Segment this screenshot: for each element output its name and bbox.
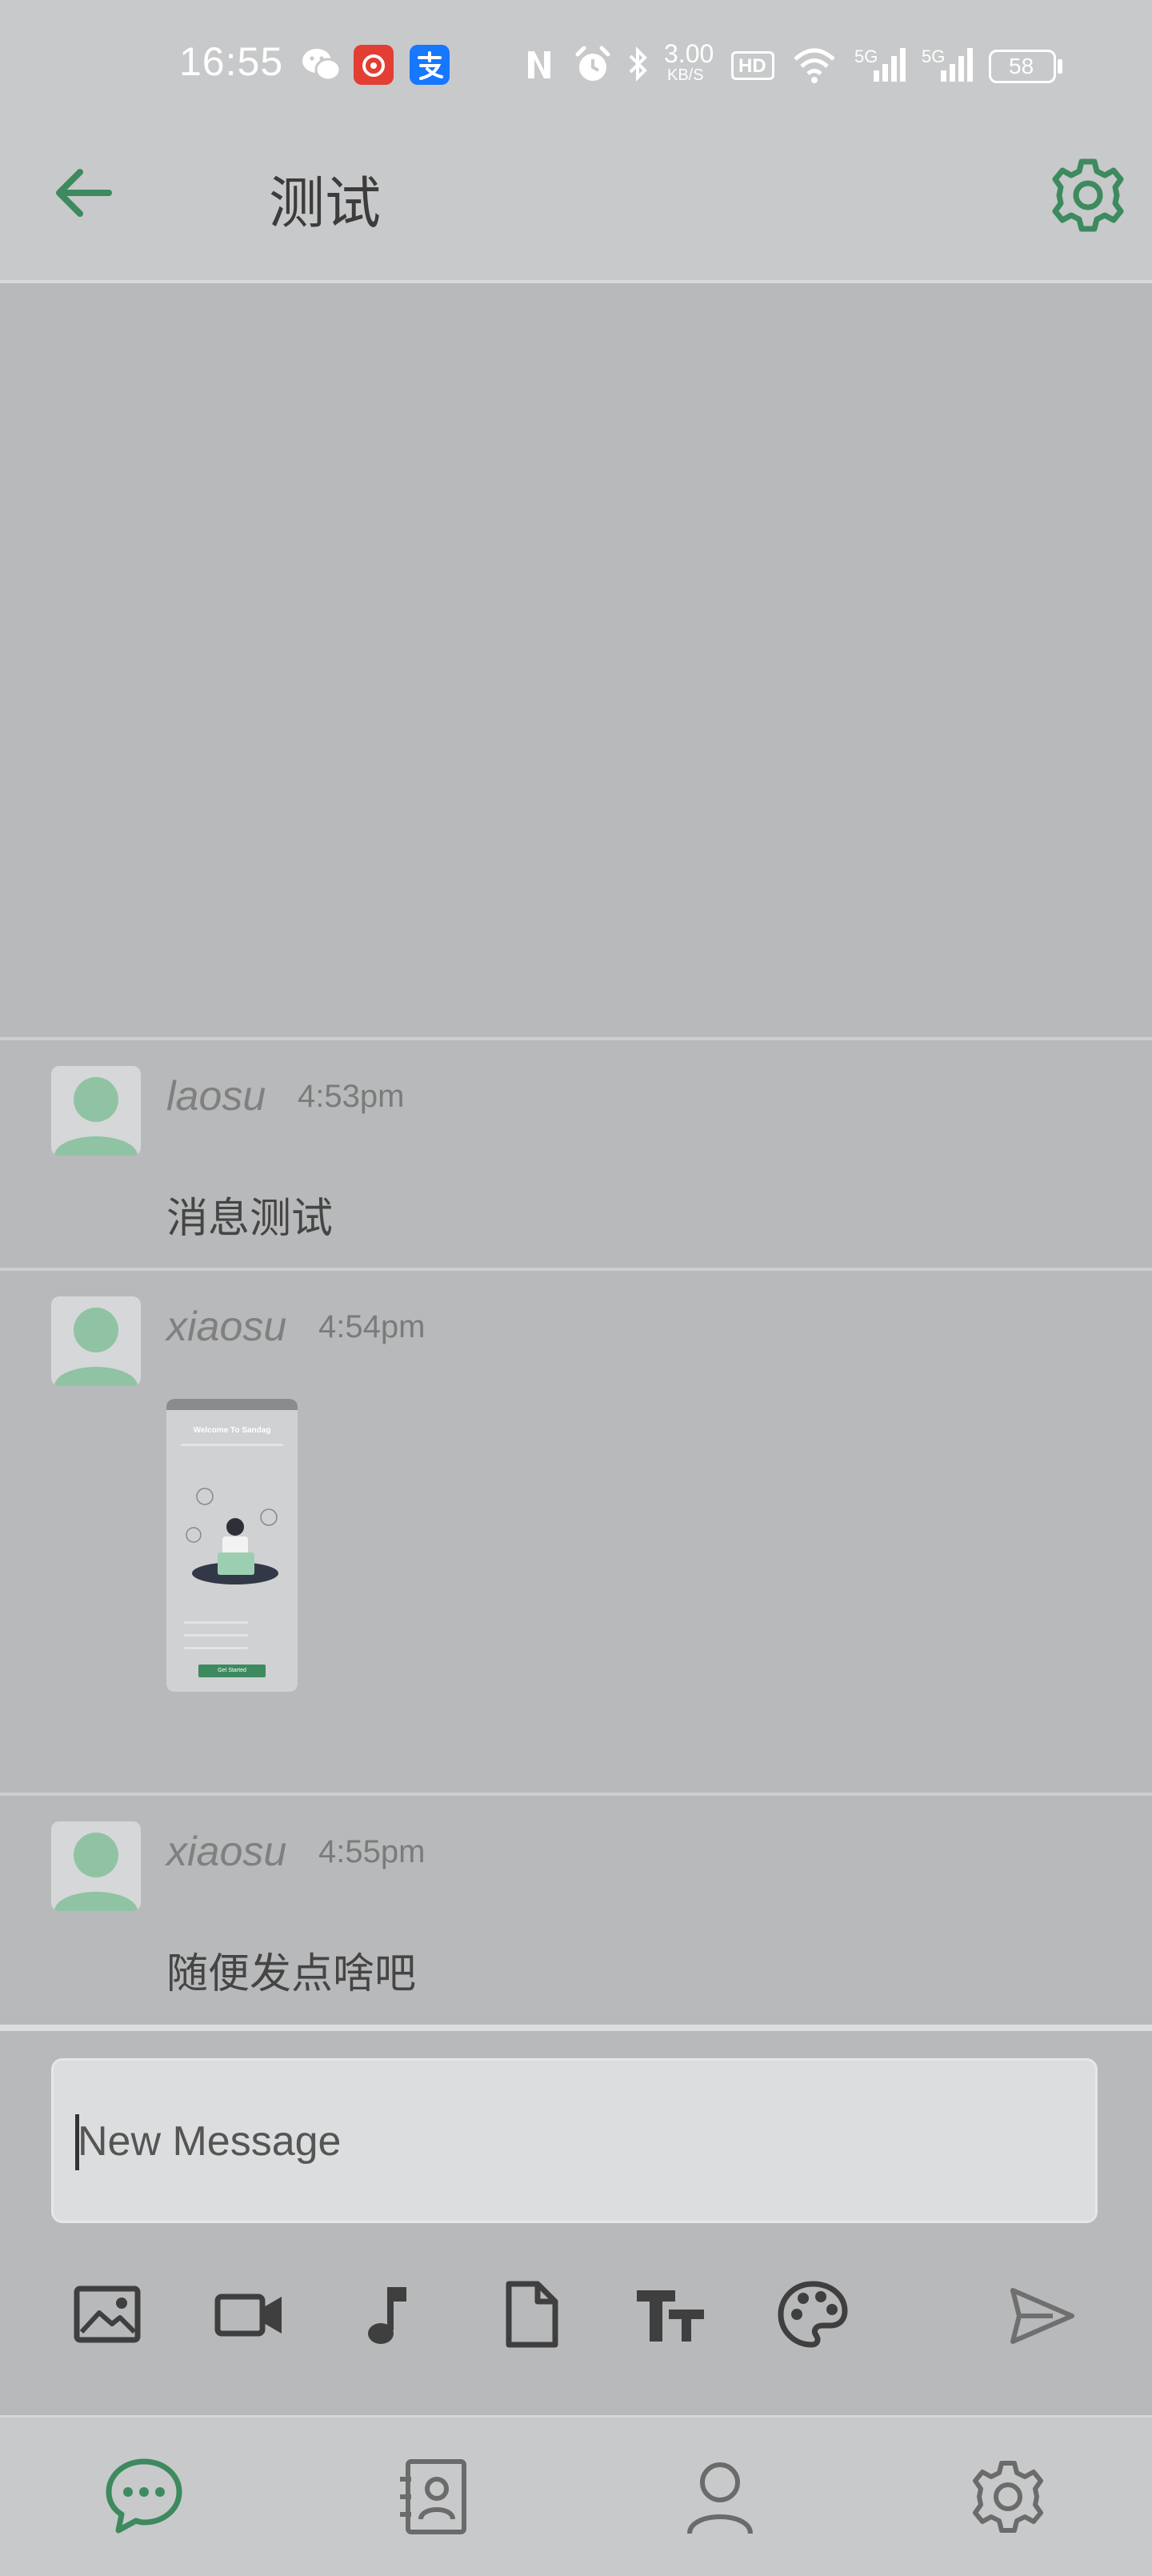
battery-tip <box>1058 59 1062 74</box>
text-format-icon[interactable] <box>634 2278 707 2351</box>
profile-icon[interactable] <box>678 2455 762 2538</box>
image-attachment[interactable]: Welcome To Sandag Get Started <box>166 1399 298 1692</box>
message-time: 4:53pm <box>298 1079 405 1114</box>
message-input-container <box>51 2058 1098 2223</box>
contacts-icon[interactable] <box>392 2455 475 2538</box>
message-item: xiaosu 4:55pm 随便发点啥吧 <box>0 1796 1152 2021</box>
chats-icon[interactable] <box>102 2455 186 2538</box>
wechat-icon <box>302 49 342 82</box>
message-text: 消息测试 <box>166 1196 334 1242</box>
file-icon[interactable] <box>494 2278 568 2351</box>
send-icon[interactable] <box>1008 2282 1075 2350</box>
avatar[interactable] <box>51 1066 141 1156</box>
nfc-icon <box>528 51 550 78</box>
status-time: 16:55 <box>179 39 284 84</box>
gear-icon[interactable] <box>1048 155 1128 235</box>
page-title: 测试 <box>269 172 381 234</box>
signal-icon <box>874 48 906 82</box>
thumbnail-line <box>184 1621 248 1624</box>
message-time: 4:55pm <box>318 1834 426 1869</box>
thumbnail-title: Welcome To Sandag <box>193 1426 271 1435</box>
netease-music-icon <box>354 45 394 85</box>
composer-divider <box>0 2025 1152 2031</box>
video-icon[interactable] <box>213 2278 286 2351</box>
avatar[interactable] <box>51 1296 141 1386</box>
battery-icon: 58 <box>989 50 1056 83</box>
signal-icon <box>941 48 973 82</box>
illustration-image <box>186 1488 278 1584</box>
message-time: 4:54pm <box>318 1309 426 1344</box>
text-caret <box>75 2114 79 2170</box>
hd-badge: HD <box>731 51 774 80</box>
avatar[interactable] <box>51 1821 141 1911</box>
thumbnail-line <box>184 1634 248 1637</box>
bluetooth-icon <box>629 46 647 82</box>
net-speed-unit: KB/S <box>667 66 704 84</box>
message-input[interactable] <box>76 2061 1071 2222</box>
app-header <box>0 128 1152 283</box>
image-icon[interactable] <box>70 2278 144 2351</box>
thumbnail-subtitle-line <box>181 1444 283 1446</box>
message-author: xiaosu <box>166 1304 287 1350</box>
back-arrow-icon[interactable] <box>48 157 120 229</box>
net-speed-value: 3.00 <box>664 39 714 68</box>
palette-icon[interactable] <box>776 2278 850 2351</box>
message-text: 随便发点啥吧 <box>166 1951 417 1997</box>
thumbnail-statusbar <box>166 1399 298 1410</box>
alipay-icon <box>410 45 450 85</box>
thumbnail-button: Get Started <box>198 1665 266 1677</box>
message-item: laosu 4:53pm 消息测试 <box>0 1040 1152 1268</box>
message-author: laosu <box>166 1073 266 1120</box>
alarm-icon <box>575 46 610 81</box>
message-author: xiaosu <box>166 1829 287 1875</box>
wifi-icon <box>794 48 835 83</box>
settings-icon[interactable] <box>966 2455 1050 2538</box>
music-note-icon[interactable] <box>352 2278 426 2351</box>
thumbnail-line <box>184 1647 248 1649</box>
